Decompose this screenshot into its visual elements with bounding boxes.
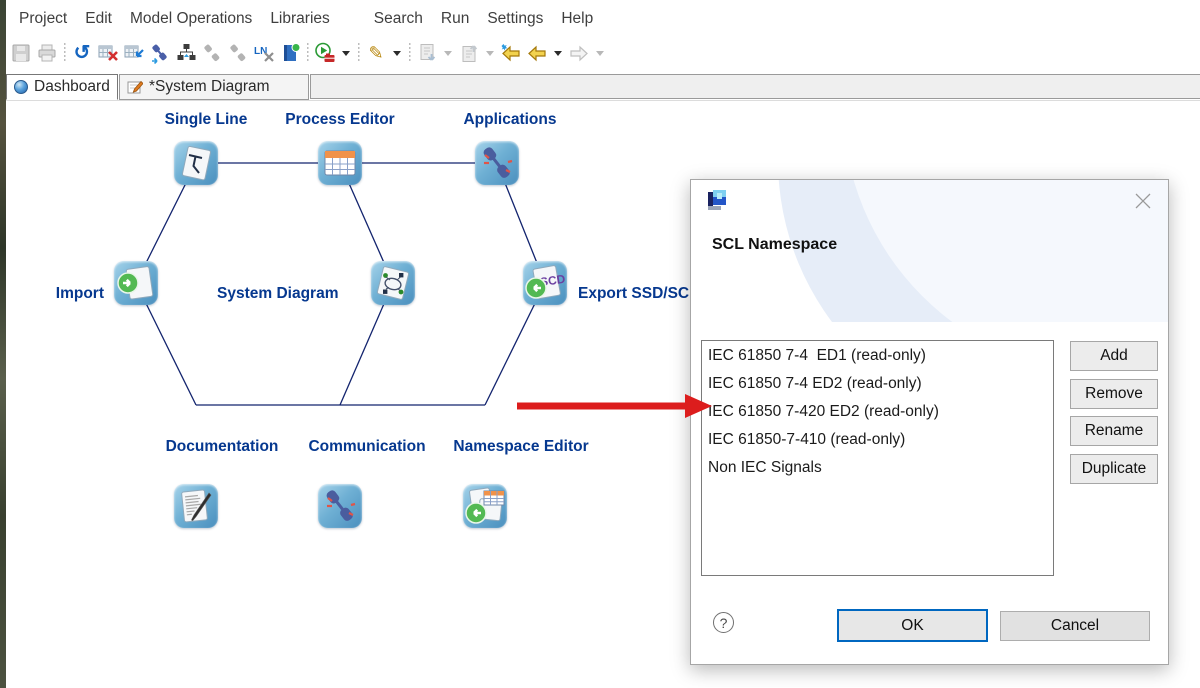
- scl-namespace-dialog: SCL Namespace IEC 61850 7-4 ED1 (read-on…: [690, 179, 1169, 665]
- duplicate-button[interactable]: Duplicate: [1070, 454, 1158, 484]
- list-item[interactable]: IEC 61850 7-4 ED1 (read-only): [702, 341, 1053, 369]
- namespace-list[interactable]: IEC 61850 7-4 ED1 (read-only) IEC 61850 …: [701, 340, 1054, 576]
- help-icon[interactable]: ?: [713, 612, 734, 633]
- rename-button[interactable]: Rename: [1070, 416, 1158, 446]
- dialog-title: SCL Namespace: [712, 236, 837, 254]
- dialog-app-icon: [708, 190, 727, 211]
- node-label-applications: Applications: [444, 111, 576, 129]
- node-label-namespace-editor: Namespace Editor: [450, 438, 592, 456]
- remove-button[interactable]: Remove: [1070, 379, 1158, 409]
- ok-button[interactable]: OK: [837, 609, 988, 642]
- list-item[interactable]: Non IEC Signals: [702, 453, 1053, 481]
- list-item[interactable]: IEC 61850 7-420 ED2 (read-only): [702, 397, 1053, 425]
- app-window: Project Edit Model Operations Libraries …: [6, 0, 1200, 688]
- process-editor-icon[interactable]: [318, 141, 362, 185]
- import-icon[interactable]: [114, 261, 158, 305]
- node-label-documentation: Documentation: [156, 438, 288, 456]
- node-label-communication: Communication: [301, 438, 433, 456]
- cancel-button[interactable]: Cancel: [1000, 611, 1150, 641]
- node-label-import: Import: [24, 285, 104, 303]
- close-icon[interactable]: [1134, 192, 1152, 210]
- add-button[interactable]: Add: [1070, 341, 1158, 371]
- node-label-single-line: Single Line: [140, 111, 272, 129]
- system-diagram-icon[interactable]: [371, 261, 415, 305]
- single-line-icon[interactable]: [174, 141, 218, 185]
- dialog-header: SCL Namespace: [691, 180, 1168, 322]
- red-annotation-arrow-icon: [511, 392, 726, 420]
- export-ssd-icon[interactable]: SCD: [523, 261, 567, 305]
- node-label-system-diagram: System Diagram: [217, 285, 338, 303]
- node-label-process-editor: Process Editor: [274, 111, 406, 129]
- namespace-editor-icon[interactable]: [463, 484, 507, 528]
- applications-icon[interactable]: [475, 141, 519, 185]
- list-item[interactable]: IEC 61850-7-410 (read-only): [702, 425, 1053, 453]
- documentation-icon[interactable]: [174, 484, 218, 528]
- list-item[interactable]: IEC 61850 7-4 ED2 (read-only): [702, 369, 1053, 397]
- communication-icon[interactable]: [318, 484, 362, 528]
